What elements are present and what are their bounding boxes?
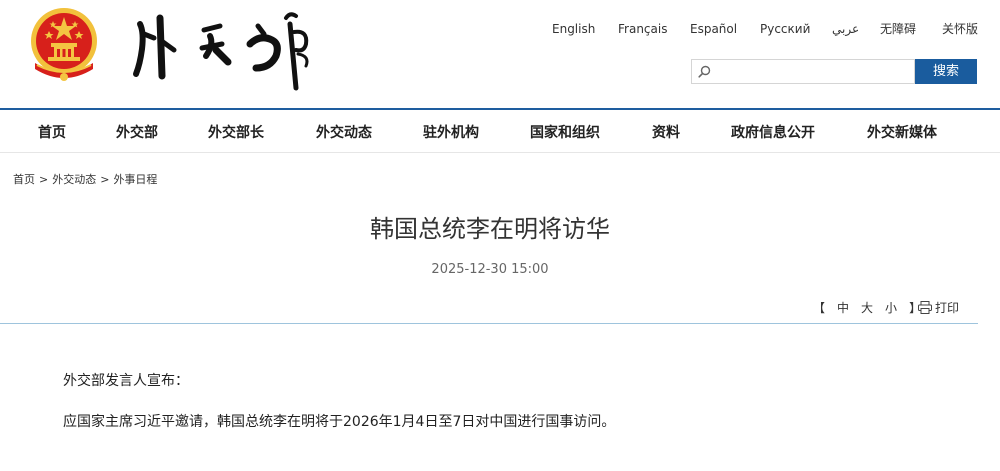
language-bar: English Français Español Русский عربي 无障… (0, 20, 1000, 40)
search-input[interactable] (716, 62, 911, 81)
nav-item-new-media[interactable]: 外交新媒体 (867, 122, 937, 142)
accessibility-link[interactable]: 无障碍 (880, 20, 916, 38)
search-box (691, 59, 915, 84)
breadcrumb-separator: > (100, 173, 110, 186)
ministry-calligraphy-logo[interactable] (130, 4, 320, 99)
nav-item-diplomatic-news[interactable]: 外交动态 (316, 122, 372, 142)
nav-item-minister[interactable]: 外交部长 (208, 122, 264, 142)
publish-timestamp: 2025-12-30 15:00 (431, 262, 549, 277)
article-paragraph: 外交部发言人宣布： (63, 373, 189, 389)
breadcrumb-separator: > (39, 173, 49, 186)
main-nav: 首页 外交部 外交部长 外交动态 驻外机构 国家和组织 资料 政府信息公开 外交… (0, 110, 1000, 152)
lang-arabic-link[interactable]: عربي (832, 20, 859, 38)
print-label: 打印 (935, 301, 960, 315)
breadcrumb-home[interactable]: 首页 (13, 173, 35, 186)
nav-item-missions-abroad[interactable]: 驻外机构 (423, 122, 479, 142)
lang-english-link[interactable]: English (552, 20, 595, 38)
content-divider (0, 323, 978, 324)
print-button[interactable]: 打印 (918, 299, 959, 316)
national-emblem-icon[interactable] (27, 5, 101, 87)
search-icon (698, 65, 711, 78)
font-size-medium-option[interactable]: 中 (837, 301, 849, 315)
site-header: English Français Español Русский عربي 无障… (0, 0, 1000, 108)
font-size-small-option[interactable]: 小 (885, 301, 897, 315)
printer-icon (918, 301, 932, 314)
page-title: 韩国总统李在明将访华 (370, 215, 610, 243)
article-paragraph: 应国家主席习近平邀请，韩国总统李在明将于2026年1月4日至7日对中国进行国事访… (63, 414, 616, 430)
lang-russian-link[interactable]: Русский (760, 20, 810, 38)
font-size-bracket-open: 【 (813, 301, 826, 315)
lang-french-link[interactable]: Français (618, 20, 667, 38)
font-size-large-option[interactable]: 大 (861, 301, 873, 315)
search-button[interactable]: 搜索 (915, 59, 977, 84)
elder-care-version-link[interactable]: 关怀版 (942, 20, 978, 38)
nav-item-countries-organizations[interactable]: 国家和组织 (530, 122, 600, 142)
nav-item-government-info[interactable]: 政府信息公开 (731, 122, 815, 142)
nav-item-resources[interactable]: 资料 (652, 122, 680, 142)
font-size-selector: 【中大小】 (807, 299, 927, 316)
lang-spanish-link[interactable]: Español (690, 20, 737, 38)
breadcrumb-diplomatic-news[interactable]: 外交动态 (52, 173, 96, 186)
nav-item-home[interactable]: 首页 (38, 122, 66, 142)
breadcrumb-foreign-affairs-schedule[interactable]: 外事日程 (113, 173, 157, 186)
breadcrumb: 首页 > 外交动态 > 外事日程 (13, 171, 157, 187)
nav-divider (0, 152, 1000, 153)
nav-item-ministry[interactable]: 外交部 (116, 122, 158, 142)
